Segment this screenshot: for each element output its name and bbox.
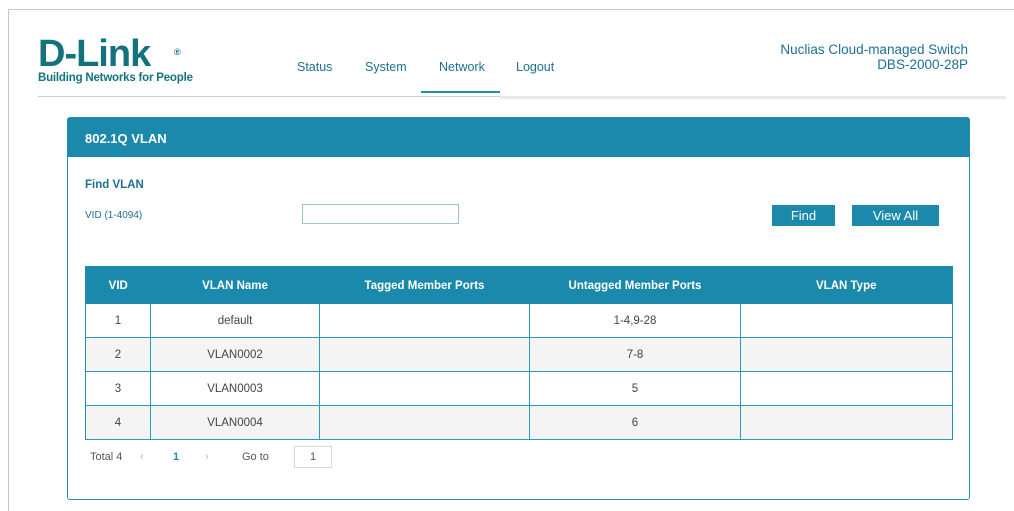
device-model-line2: DBS-2000-28P bbox=[877, 57, 968, 72]
dlink-logo[interactable]: D-Link ® Building Networks for People bbox=[38, 33, 193, 84]
cell-vid: 2 bbox=[85, 337, 151, 372]
cell-untagged-ports: 6 bbox=[529, 405, 741, 440]
vid-label: VID (1-4094) bbox=[85, 210, 143, 221]
header-divider-shadow bbox=[500, 96, 1006, 99]
table-row[interactable]: 1 default 1-4,9-28 bbox=[85, 304, 953, 338]
window-top-border bbox=[8, 9, 1014, 10]
nav-status[interactable]: Status bbox=[297, 60, 332, 74]
cell-untagged-ports: 5 bbox=[529, 371, 741, 406]
cell-tagged-ports bbox=[319, 337, 530, 372]
goto-label: Go to bbox=[242, 451, 269, 463]
cell-vlan-type bbox=[740, 371, 953, 406]
goto-page-input[interactable] bbox=[294, 446, 332, 468]
cell-vlan-type bbox=[740, 337, 953, 372]
find-button[interactable]: Find bbox=[772, 205, 835, 226]
column-header-untagged-ports[interactable]: Untagged Member Ports bbox=[529, 266, 741, 304]
table-header-row: VID VLAN Name Tagged Member Ports Untagg… bbox=[85, 266, 953, 304]
cell-vlan-name: VLAN0002 bbox=[150, 337, 320, 372]
cell-vlan-type bbox=[740, 304, 953, 338]
table-row[interactable]: 3 VLAN0003 5 bbox=[85, 371, 953, 406]
find-vlan-heading: Find VLAN bbox=[85, 179, 144, 191]
cell-vid: 4 bbox=[85, 405, 151, 440]
nav-system[interactable]: System bbox=[365, 60, 407, 74]
column-header-vid[interactable]: VID bbox=[85, 266, 151, 304]
next-page-icon[interactable]: › bbox=[205, 451, 209, 463]
table-row[interactable]: 4 VLAN0004 6 bbox=[85, 405, 953, 440]
logo-text: D-Link bbox=[38, 33, 151, 75]
cell-untagged-ports: 1-4,9-28 bbox=[529, 304, 741, 338]
vlan-panel: 802.1Q VLAN Find VLAN VID (1-4094) Find … bbox=[67, 117, 970, 500]
total-count: Total 4 bbox=[90, 451, 123, 463]
active-nav-indicator bbox=[421, 91, 500, 93]
vid-input[interactable] bbox=[302, 204, 459, 224]
cell-vlan-name: default bbox=[150, 304, 320, 338]
cell-vid: 3 bbox=[85, 371, 151, 406]
prev-page-icon[interactable]: ‹ bbox=[140, 451, 144, 463]
view-all-button[interactable]: View All bbox=[852, 205, 939, 226]
column-header-vlan-type[interactable]: VLAN Type bbox=[740, 266, 953, 304]
cell-untagged-ports: 7-8 bbox=[529, 337, 741, 372]
cell-tagged-ports bbox=[319, 371, 530, 406]
cell-tagged-ports bbox=[319, 405, 530, 440]
column-header-vlan-name[interactable]: VLAN Name bbox=[150, 266, 320, 304]
nav-logout[interactable]: Logout bbox=[516, 60, 554, 74]
cell-vlan-type bbox=[740, 405, 953, 440]
cell-vid: 1 bbox=[85, 304, 151, 338]
nav-network[interactable]: Network bbox=[439, 60, 485, 74]
cell-vlan-name: VLAN0004 bbox=[150, 405, 320, 440]
column-header-tagged-ports[interactable]: Tagged Member Ports bbox=[319, 266, 530, 304]
panel-header: 802.1Q VLAN bbox=[68, 118, 969, 157]
cell-tagged-ports bbox=[319, 304, 530, 338]
table-row[interactable]: 2 VLAN0002 7-8 bbox=[85, 337, 953, 372]
window-left-border bbox=[8, 9, 9, 511]
device-model-line1: Nuclias Cloud-managed Switch bbox=[780, 42, 968, 57]
logo-wordmark: D-Link ® bbox=[38, 33, 193, 75]
registered-mark: ® bbox=[174, 47, 181, 57]
cell-vlan-name: VLAN0003 bbox=[150, 371, 320, 406]
panel-title: 802.1Q VLAN bbox=[85, 131, 167, 146]
device-info: Nuclias Cloud-managed Switch DBS-2000-28… bbox=[780, 42, 968, 72]
vlan-table: VID VLAN Name Tagged Member Ports Untagg… bbox=[85, 266, 953, 440]
page-number-current[interactable]: 1 bbox=[173, 451, 179, 463]
